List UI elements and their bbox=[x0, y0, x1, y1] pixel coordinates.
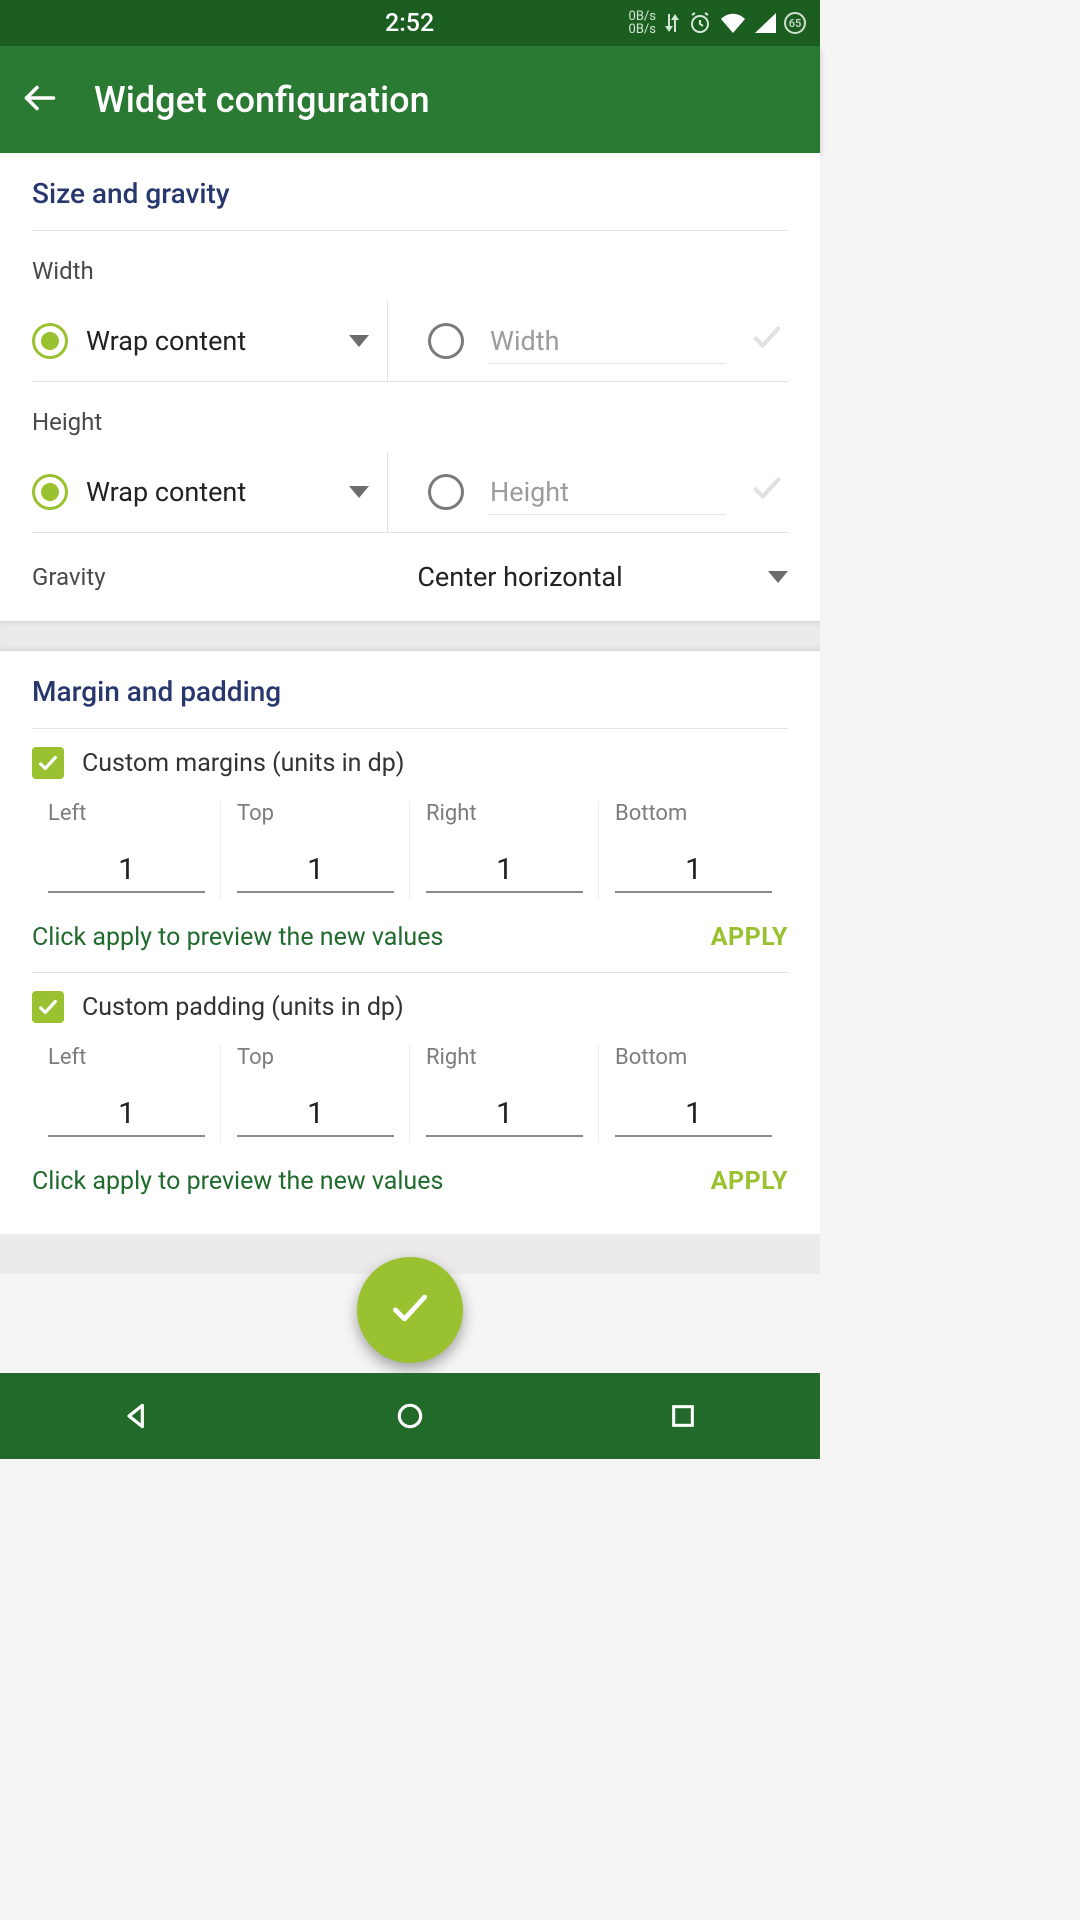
section-size-gravity: Size and gravity Width Wrap content Widt… bbox=[0, 153, 820, 621]
padding-apply-button[interactable]: APPLY bbox=[711, 1167, 788, 1196]
height-wrap-radio[interactable] bbox=[32, 474, 68, 510]
col-bottom-label: Bottom bbox=[609, 1045, 778, 1070]
confirm-fab[interactable] bbox=[357, 1257, 463, 1363]
check-icon bbox=[388, 1286, 432, 1334]
custom-padding-label: Custom padding (units in dp) bbox=[82, 993, 404, 1022]
width-wrap-radio[interactable] bbox=[32, 323, 68, 359]
col-left-label: Left bbox=[42, 801, 211, 826]
height-fixed-radio[interactable] bbox=[428, 474, 464, 510]
height-label: Height bbox=[32, 382, 788, 452]
height-input[interactable]: Height bbox=[488, 470, 726, 515]
width-fixed-radio[interactable] bbox=[428, 323, 464, 359]
margin-top-input[interactable]: 1 bbox=[237, 848, 394, 893]
width-row: Wrap content Width bbox=[32, 301, 788, 381]
col-top-label: Top bbox=[231, 801, 400, 826]
margins-inputs: Left 1 Top 1 Right 1 Bottom 1 bbox=[32, 793, 788, 893]
section-gap bbox=[0, 621, 820, 651]
status-time: 2:52 bbox=[385, 9, 434, 38]
gravity-label: Gravity bbox=[32, 563, 272, 591]
width-label: Width bbox=[32, 231, 788, 301]
height-mode-dropdown[interactable]: Wrap content bbox=[32, 474, 387, 510]
battery-indicator: 65 bbox=[784, 12, 806, 34]
width-mode-dropdown[interactable]: Wrap content bbox=[32, 323, 387, 359]
section-title-margin: Margin and padding bbox=[32, 675, 788, 728]
wifi-icon bbox=[720, 13, 746, 33]
data-arrows-icon bbox=[664, 12, 680, 34]
back-icon[interactable] bbox=[22, 80, 58, 120]
status-bar: 2:52 0B/s 0B/s 65 bbox=[0, 0, 820, 46]
height-mode-value: Wrap content bbox=[86, 476, 331, 508]
margin-bottom-input[interactable]: 1 bbox=[615, 848, 772, 893]
padding-inputs: Left 1 Top 1 Right 1 Bottom 1 bbox=[32, 1037, 788, 1137]
margins-hint: Click apply to preview the new values bbox=[32, 923, 711, 952]
margin-left-input[interactable]: 1 bbox=[48, 848, 205, 893]
section-title-size: Size and gravity bbox=[32, 177, 788, 230]
custom-margins-checkbox[interactable] bbox=[32, 747, 64, 779]
width-input[interactable]: Width bbox=[488, 319, 726, 364]
network-rate: 0B/s 0B/s bbox=[629, 10, 656, 36]
col-left-label: Left bbox=[42, 1045, 211, 1070]
nav-back-button[interactable] bbox=[115, 1394, 159, 1438]
gravity-dropdown[interactable]: Gravity Center horizontal bbox=[32, 533, 788, 603]
chevron-down-icon bbox=[349, 335, 369, 347]
custom-margins-label: Custom margins (units in dp) bbox=[82, 749, 405, 778]
col-top-label: Top bbox=[231, 1045, 400, 1070]
width-mode-value: Wrap content bbox=[86, 325, 331, 357]
check-icon bbox=[750, 320, 788, 363]
alarm-icon bbox=[688, 11, 712, 35]
custom-padding-checkbox[interactable] bbox=[32, 991, 64, 1023]
col-right-label: Right bbox=[420, 801, 589, 826]
padding-right-input[interactable]: 1 bbox=[426, 1092, 583, 1137]
nav-recents-button[interactable] bbox=[661, 1394, 705, 1438]
margins-apply-button[interactable]: APPLY bbox=[711, 923, 788, 952]
chevron-down-icon bbox=[349, 486, 369, 498]
col-right-label: Right bbox=[420, 1045, 589, 1070]
chevron-down-icon bbox=[768, 571, 788, 583]
check-icon bbox=[750, 471, 788, 514]
system-nav-bar bbox=[0, 1373, 820, 1459]
nav-home-button[interactable] bbox=[388, 1394, 432, 1438]
cell-signal-icon bbox=[754, 13, 776, 33]
gravity-value: Center horizontal bbox=[272, 561, 768, 593]
section-margin-padding: Margin and padding Custom margins (units… bbox=[0, 651, 820, 1234]
app-bar: Widget configuration bbox=[0, 46, 820, 153]
page-title: Widget configuration bbox=[94, 79, 430, 121]
padding-top-input[interactable]: 1 bbox=[237, 1092, 394, 1137]
height-row: Wrap content Height bbox=[32, 452, 788, 532]
padding-hint: Click apply to preview the new values bbox=[32, 1167, 711, 1196]
padding-bottom-input[interactable]: 1 bbox=[615, 1092, 772, 1137]
padding-left-input[interactable]: 1 bbox=[48, 1092, 205, 1137]
col-bottom-label: Bottom bbox=[609, 801, 778, 826]
margin-right-input[interactable]: 1 bbox=[426, 848, 583, 893]
